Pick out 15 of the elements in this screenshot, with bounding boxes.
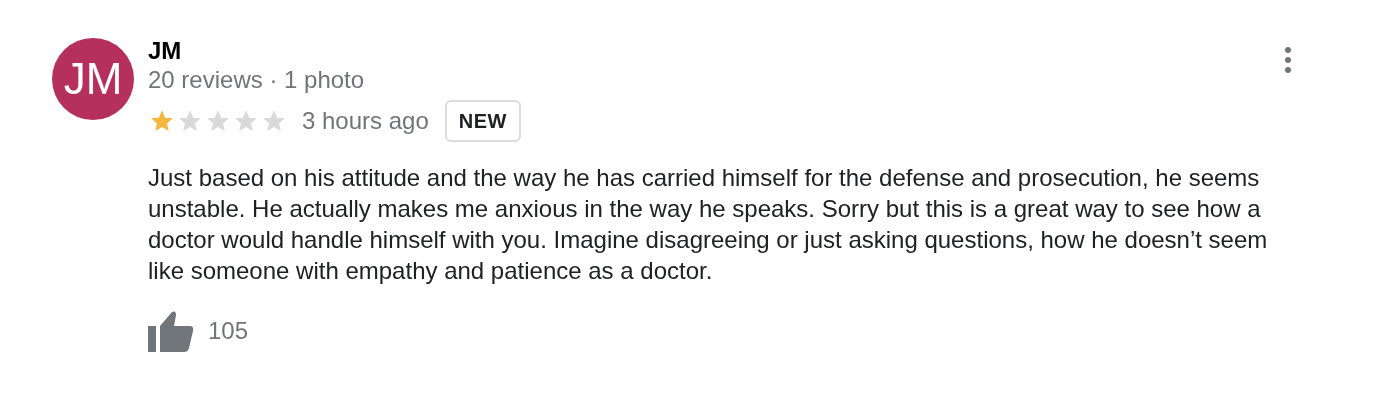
thumbs-up-icon [148, 310, 194, 352]
star-icon [260, 108, 288, 134]
reviewer-name[interactable]: JM [148, 38, 365, 64]
avatar: JM [52, 38, 134, 120]
new-label: NEW [444, 100, 521, 142]
more-icon [1285, 46, 1291, 74]
star-icon [232, 108, 260, 134]
reviewer-stats: 20 reviews · 1 photo [148, 65, 365, 95]
review-text: Just based on his attitude and the way he has carried himself for the defense and prosecution, he seems unstable. He actually makes me anxious in the way he speaks. Sorry but this is a great way to see how a doctor would handle himself with you. Imagine disagreeing or just asking questions, how he doesn’t seem like someone with empathy and patience as a doctor. [148, 163, 1269, 286]
review-time: 3 hours ago [302, 106, 429, 136]
star-icon [204, 108, 232, 134]
star-icon [176, 108, 204, 134]
like-count: 105 [208, 316, 249, 346]
star-icon [148, 108, 176, 134]
like-button[interactable]: 105 [148, 310, 249, 352]
